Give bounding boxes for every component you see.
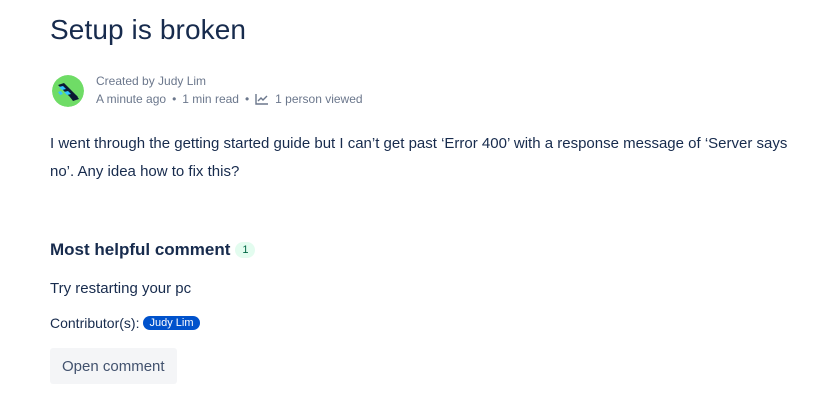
page-body: I went through the getting started guide… xyxy=(50,135,788,180)
comment-heading: Most helpful comment 1 xyxy=(50,240,256,260)
byline: Created by Judy Lim A minute ago • 1 min… xyxy=(50,72,550,108)
user-avatar-icon xyxy=(52,75,84,107)
separator-dot: • xyxy=(244,92,250,106)
contributors-label: Contributor(s): xyxy=(50,315,140,331)
comment-heading-text: Most helpful comment xyxy=(50,240,231,259)
separator-dot: • xyxy=(172,92,177,106)
read-time: 1 min read xyxy=(182,92,239,106)
chart-line-icon xyxy=(255,93,269,105)
contributors: Contributor(s): Judy Lim xyxy=(50,315,200,331)
comment-count-badge: 1 xyxy=(235,242,256,258)
view-count[interactable]: 1 person viewed xyxy=(275,90,362,108)
comment-text: Try restarting your pc xyxy=(50,280,192,297)
byline-text: Created by Judy Lim A minute ago • 1 min… xyxy=(96,72,363,108)
author-avatar[interactable] xyxy=(52,75,84,107)
page-title: Setup is broken xyxy=(50,14,247,45)
created-by: Created by Judy Lim xyxy=(96,74,207,88)
contributor-chip[interactable]: Judy Lim xyxy=(143,316,200,330)
byline-meta: A minute ago • 1 min read • 1 person vie… xyxy=(96,90,363,108)
open-comment-button[interactable]: Open comment xyxy=(50,348,177,384)
time-ago: A minute ago xyxy=(96,92,167,106)
